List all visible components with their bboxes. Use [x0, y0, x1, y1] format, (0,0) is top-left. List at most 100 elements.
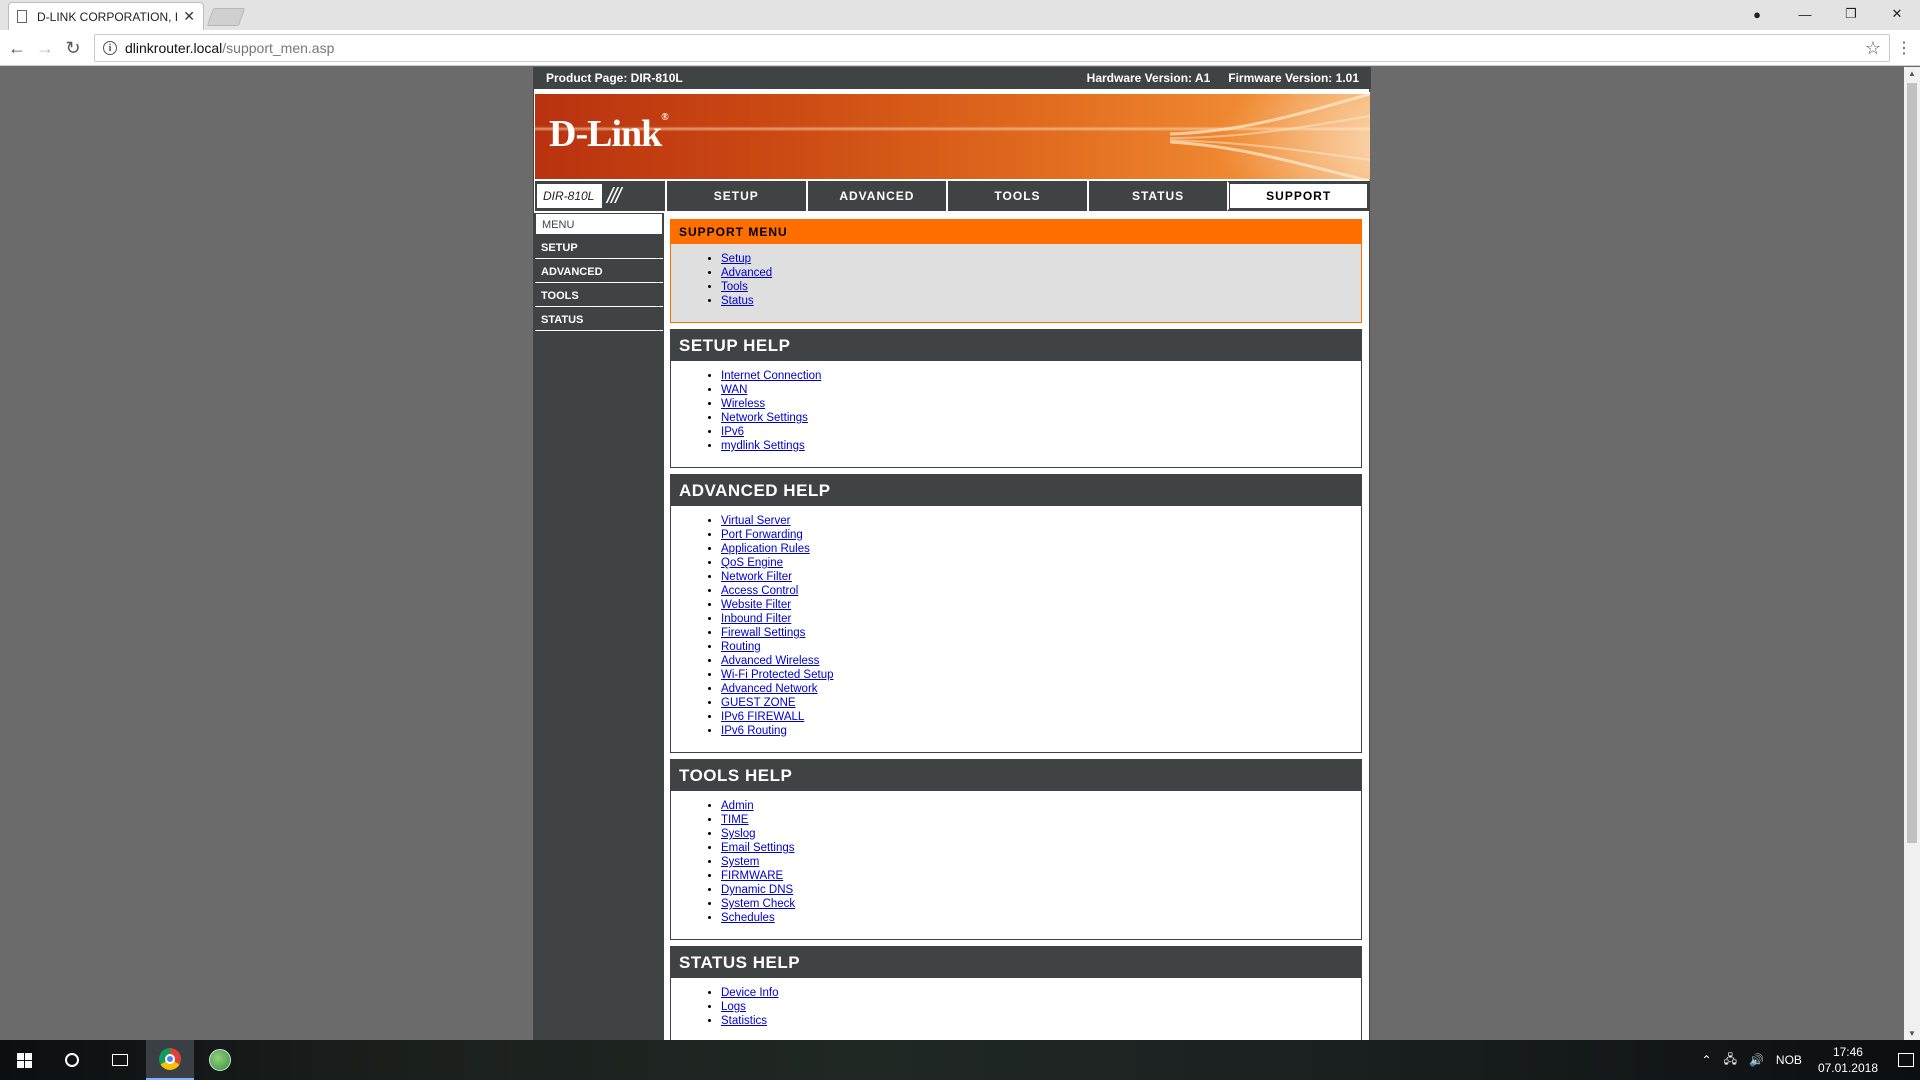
- browser-tab[interactable]: D-LINK CORPORATION, I ✕: [8, 2, 204, 30]
- search-button[interactable]: [48, 1040, 96, 1080]
- scroll-up-icon[interactable]: ▲: [1908, 69, 1916, 78]
- help-link[interactable]: System Check: [721, 898, 795, 910]
- bookmark-star-icon[interactable]: ☆: [1865, 38, 1881, 59]
- help-link[interactable]: IPv6 Routing: [721, 725, 787, 737]
- help-link[interactable]: TIME: [721, 814, 748, 826]
- forward-arrow-icon[interactable]: →: [34, 37, 56, 59]
- help-link[interactable]: Setup: [721, 253, 751, 265]
- page-scrollbar[interactable]: ▲ ▼: [1904, 67, 1920, 1040]
- sidebar-item-tools[interactable]: TOOLS: [535, 285, 663, 307]
- help-link[interactable]: Syslog: [721, 828, 756, 840]
- help-section: ADVANCED HELP Virtual Server Port Forwardi…: [670, 474, 1362, 753]
- help-link[interactable]: FIRMWARE: [721, 870, 783, 882]
- browser-toolbar: ← → ↻ i dlinkrouter.local/support_men.as…: [0, 30, 1920, 66]
- help-link[interactable]: Network Settings: [721, 412, 808, 424]
- nav-tab-setup[interactable]: SETUP: [665, 181, 806, 211]
- help-link[interactable]: IPv6: [721, 426, 744, 438]
- help-link[interactable]: Port Forwarding: [721, 529, 803, 541]
- help-link[interactable]: WAN: [721, 384, 747, 396]
- nav-tab-tools[interactable]: TOOLS: [946, 181, 1087, 211]
- help-section: TOOLS HELP Admin TIME Syslog Email Settings S…: [670, 759, 1362, 940]
- browser-menu-icon[interactable]: ⋮: [1896, 38, 1912, 58]
- volume-icon[interactable]: 🔊: [1749, 1053, 1764, 1067]
- nav-tab-status[interactable]: STATUS: [1086, 181, 1228, 211]
- profile-icon[interactable]: ●: [1732, 0, 1782, 28]
- minimize-icon[interactable]: —: [1782, 0, 1828, 28]
- sidebar-item-status[interactable]: STATUS: [535, 309, 663, 331]
- url-host: dlinkrouter.local: [125, 40, 223, 56]
- tray-chevron-icon[interactable]: ⌃: [1702, 1053, 1712, 1067]
- page-viewport: Product Page: DIR-810L Hardware Version:…: [0, 67, 1904, 1040]
- help-link[interactable]: IPv6 FIREWALL: [721, 711, 804, 723]
- notifications-icon[interactable]: [1898, 1053, 1914, 1067]
- help-link[interactable]: Email Settings: [721, 842, 795, 854]
- scrollbar-thumb[interactable]: [1907, 83, 1917, 843]
- address-bar[interactable]: i dlinkrouter.local/support_men.asp ☆: [94, 34, 1890, 62]
- tab-close-icon[interactable]: ✕: [183, 8, 195, 25]
- sidebar-item-setup[interactable]: SETUP: [535, 237, 663, 259]
- help-section: SUPPORT MENU Setup Advanced Tools Status: [670, 219, 1362, 323]
- clock[interactable]: 17:46 07.01.2018: [1818, 1044, 1878, 1076]
- restore-icon[interactable]: ❐: [1828, 0, 1874, 28]
- model-slashes: ///: [607, 183, 621, 208]
- help-link[interactable]: Statistics: [721, 1015, 767, 1027]
- info-icon[interactable]: i: [103, 41, 117, 55]
- list-item: Network Filter: [721, 570, 1361, 584]
- help-link[interactable]: System: [721, 856, 759, 868]
- sidebar-item-advanced[interactable]: ADVANCED: [535, 261, 663, 283]
- help-link[interactable]: Wi-Fi Protected Setup: [721, 669, 833, 681]
- help-link[interactable]: Advanced Wireless: [721, 655, 819, 667]
- language-indicator[interactable]: NOB: [1776, 1053, 1802, 1067]
- help-link[interactable]: Wireless: [721, 398, 765, 410]
- help-link[interactable]: Schedules: [721, 912, 775, 924]
- help-link[interactable]: Admin: [721, 800, 754, 812]
- hardware-version: Hardware Version: A1: [1086, 71, 1211, 85]
- list-item: Firewall Settings: [721, 626, 1361, 640]
- list-item: GUEST ZONE: [721, 696, 1361, 710]
- help-link[interactable]: Access Control: [721, 585, 798, 597]
- help-link[interactable]: Routing: [721, 641, 761, 653]
- list-item: WAN: [721, 383, 1361, 397]
- help-link[interactable]: Tools: [721, 281, 748, 293]
- section-title: SETUP HELP: [671, 330, 1361, 361]
- help-link[interactable]: Status: [721, 295, 754, 307]
- nav-tab-advanced[interactable]: ADVANCED: [805, 181, 947, 211]
- help-link[interactable]: Device Info: [721, 987, 779, 999]
- task-view-button[interactable]: [96, 1040, 144, 1080]
- sidebar: MENU SETUP ADVANCED TOOLS STATUS: [534, 213, 664, 1040]
- back-arrow-icon[interactable]: ←: [6, 37, 28, 59]
- help-link[interactable]: Internet Connection: [721, 370, 821, 382]
- link-list: Device Info Logs Statistics: [671, 978, 1361, 1040]
- list-item: Syslog: [721, 827, 1361, 841]
- scroll-down-icon[interactable]: ▼: [1908, 1029, 1916, 1038]
- help-link[interactable]: GUEST ZONE: [721, 697, 796, 709]
- windows-logo-icon: [16, 1052, 32, 1068]
- list-item: Statistics: [721, 1014, 1361, 1028]
- help-link[interactable]: Advanced: [721, 267, 772, 279]
- help-link[interactable]: Virtual Server: [721, 515, 790, 527]
- close-window-icon[interactable]: ✕: [1874, 0, 1920, 28]
- help-link[interactable]: Network Filter: [721, 571, 792, 583]
- help-link[interactable]: Logs: [721, 1001, 746, 1013]
- list-item: Wi-Fi Protected Setup: [721, 668, 1361, 682]
- taskbar-app[interactable]: [196, 1040, 244, 1080]
- start-button[interactable]: [0, 1040, 48, 1080]
- network-icon[interactable]: 🖧: [1724, 1050, 1737, 1071]
- help-link[interactable]: Inbound Filter: [721, 613, 791, 625]
- help-link[interactable]: Dynamic DNS: [721, 884, 793, 896]
- section-title: TOOLS HELP: [671, 760, 1361, 791]
- help-link[interactable]: mydlink Settings: [721, 440, 805, 452]
- link-list: Internet Connection WAN Wireless Network Se…: [671, 361, 1361, 467]
- new-tab-button[interactable]: [206, 8, 246, 26]
- list-item: Tools: [721, 280, 1361, 294]
- list-item: System: [721, 855, 1361, 869]
- help-link[interactable]: Application Rules: [721, 543, 810, 555]
- help-link[interactable]: Website Filter: [721, 599, 791, 611]
- nav-tab-support[interactable]: SUPPORT: [1227, 181, 1370, 211]
- reload-icon[interactable]: ↻: [62, 37, 84, 59]
- help-link[interactable]: Advanced Network: [721, 683, 818, 695]
- taskbar-chrome[interactable]: [146, 1040, 194, 1080]
- help-link[interactable]: Firewall Settings: [721, 627, 805, 639]
- link-list: Setup Advanced Tools Status: [671, 244, 1361, 322]
- help-link[interactable]: QoS Engine: [721, 557, 783, 569]
